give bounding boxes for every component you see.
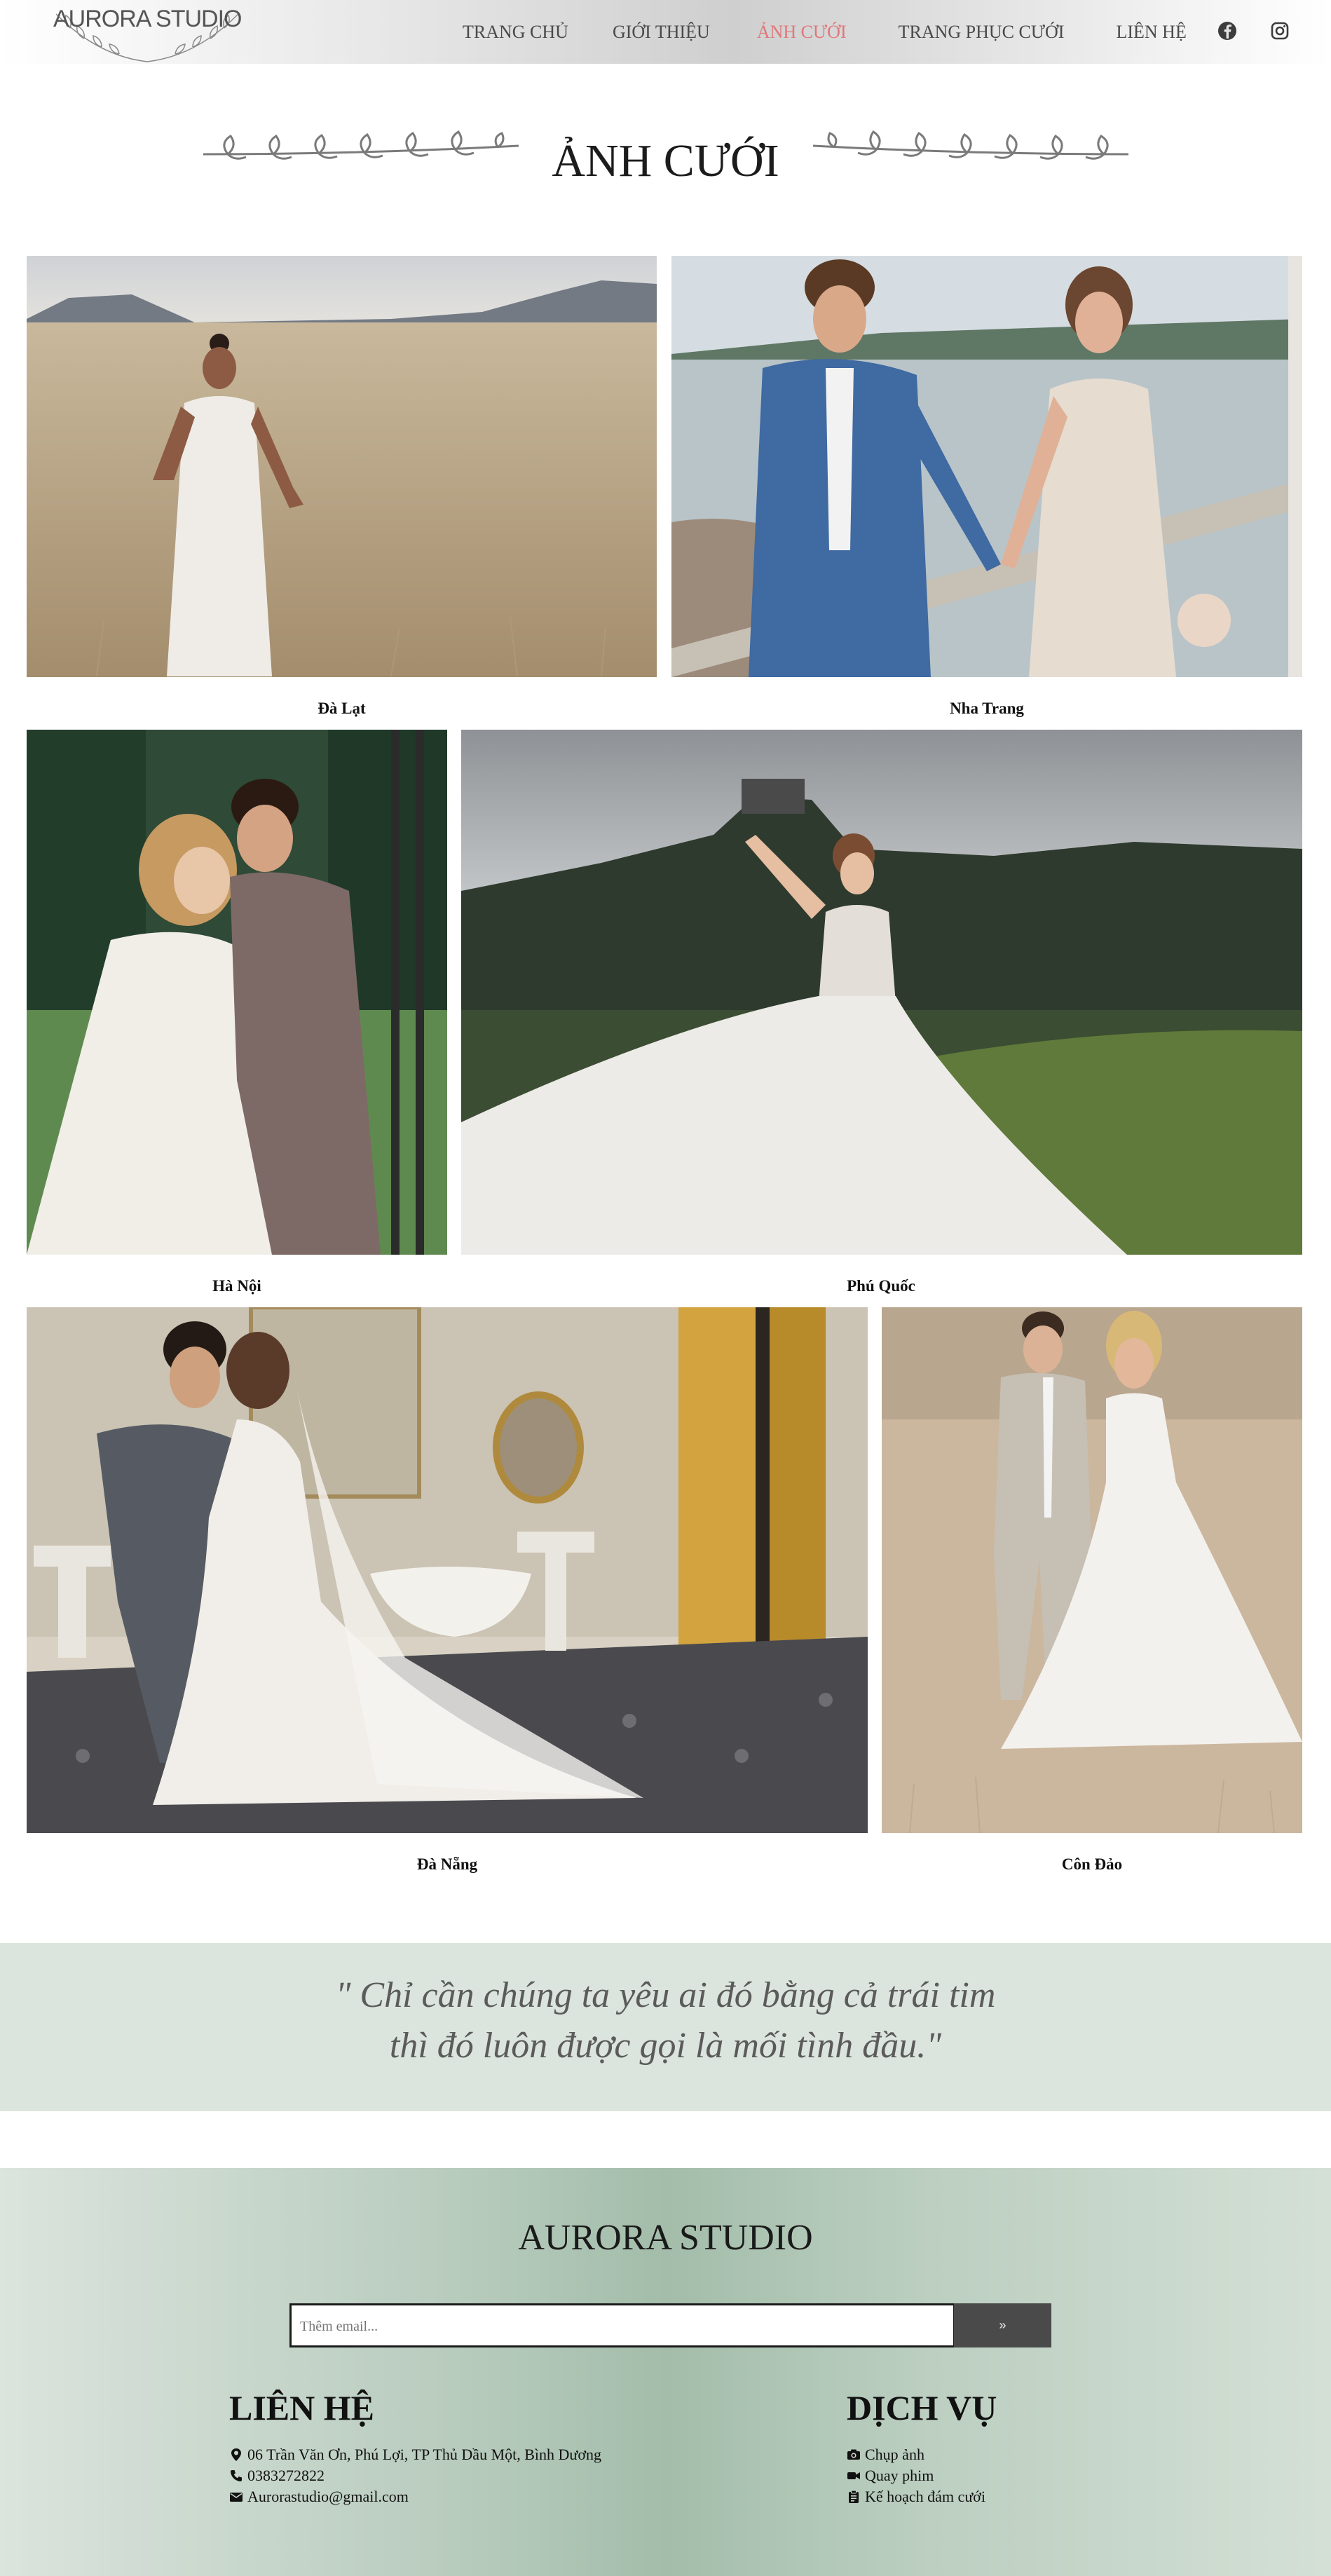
instagram-icon[interactable] bbox=[1269, 20, 1291, 42]
bride-castle-hill-image bbox=[461, 730, 1302, 1255]
nav-item-wedding-dresses[interactable]: TRANG PHỤC CƯỚI bbox=[899, 22, 1065, 43]
service-label: Chụp ảnh bbox=[865, 2446, 924, 2463]
nav-item-wedding-photos[interactable]: ẢNH CƯỚI bbox=[757, 22, 847, 43]
subscribe-button[interactable]: » bbox=[954, 2303, 1051, 2347]
newsletter-email-box bbox=[289, 2303, 955, 2347]
footer: AURORA STUDIO » LIÊN HỆ 06 Trần Văn Ơn, … bbox=[0, 2168, 1331, 2576]
logo-text: AURORA STUDIO bbox=[53, 6, 242, 32]
quote-line-1: " Chỉ cần chúng ta yêu ai đó bằng cả trá… bbox=[335, 1975, 996, 2015]
photo-caption: Côn Đảo bbox=[1061, 1855, 1123, 1873]
services-heading: DỊCH VỤ bbox=[847, 2388, 997, 2427]
contact-address-row: 06 Trần Văn Ơn, Phú Lợi, TP Thủ Dầu Một,… bbox=[229, 2446, 601, 2464]
quote-line-2: thì đó luôn được gọi là mối tình đầu." bbox=[389, 2026, 942, 2066]
clipboard-icon bbox=[849, 2490, 859, 2503]
service-item[interactable]: Kế hoạch đám cưới bbox=[847, 2488, 985, 2506]
envelope-icon bbox=[230, 2493, 243, 2502]
photo-ha-noi[interactable] bbox=[27, 730, 447, 1255]
photo-da-nang[interactable] bbox=[27, 1307, 868, 1833]
nav-item-about[interactable]: GIỚI THIỆU bbox=[613, 22, 710, 43]
facebook-icon[interactable] bbox=[1216, 20, 1238, 42]
service-item[interactable]: Chụp ảnh bbox=[847, 2446, 924, 2464]
quote-banner: " Chỉ cần chúng ta yêu ai đó bằng cả trá… bbox=[0, 1943, 1331, 2111]
contact-email[interactable]: Aurorastudio@gmail.com bbox=[247, 2488, 409, 2506]
email-input[interactable] bbox=[300, 2314, 931, 2339]
nav-item-home[interactable]: TRANG CHỦ bbox=[463, 22, 568, 43]
contact-address: 06 Trần Văn Ơn, Phú Lợi, TP Thủ Dầu Một,… bbox=[247, 2446, 601, 2463]
camera-icon bbox=[847, 2449, 860, 2460]
couple-harbor-image bbox=[671, 256, 1302, 677]
video-camera-icon bbox=[847, 2472, 860, 2479]
couple-garden-image bbox=[27, 730, 447, 1255]
photo-caption: Đà Lạt bbox=[318, 700, 366, 717]
photo-da-lat[interactable] bbox=[27, 256, 657, 677]
photo-nha-trang[interactable] bbox=[671, 256, 1302, 677]
photo-phu-quoc[interactable] bbox=[461, 730, 1302, 1255]
contact-phone[interactable]: 0383272822 bbox=[247, 2467, 325, 2485]
service-label: Quay phim bbox=[865, 2467, 934, 2484]
photo-con-dao[interactable] bbox=[882, 1307, 1302, 1833]
contact-phone-row: 0383272822 bbox=[229, 2467, 325, 2485]
service-label: Kế hoạch đám cưới bbox=[865, 2488, 985, 2505]
photo-caption: Phú Quốc bbox=[847, 1277, 915, 1295]
leaf-branch-right-icon bbox=[812, 130, 1129, 160]
couple-meadow-image bbox=[882, 1307, 1302, 1833]
photo-caption: Hà Nội bbox=[212, 1277, 261, 1295]
contact-email-row: Aurorastudio@gmail.com bbox=[229, 2488, 409, 2506]
phone-icon bbox=[231, 2470, 242, 2481]
contact-heading: LIÊN HỆ bbox=[229, 2388, 375, 2427]
top-navbar: AURORA STUDIO TRANG CHỦ GIỚI THIỆU ẢNH C… bbox=[0, 0, 1331, 64]
map-marker-icon bbox=[231, 2448, 241, 2461]
service-item[interactable]: Quay phim bbox=[847, 2467, 934, 2485]
photo-caption: Đà Nẵng bbox=[416, 1855, 478, 1873]
logo[interactable]: AURORA STUDIO bbox=[42, 0, 252, 64]
couple-bathroom-image bbox=[27, 1307, 868, 1833]
photo-caption: Nha Trang bbox=[950, 700, 1024, 717]
section-header: ẢNH CƯỚI bbox=[0, 119, 1331, 196]
bride-field-image bbox=[27, 256, 657, 677]
footer-title: AURORA STUDIO bbox=[518, 2218, 813, 2258]
nav-menu: TRANG CHỦ GIỚI THIỆU ẢNH CƯỚI TRANG PHỤC… bbox=[421, 0, 1187, 64]
nav-item-contact[interactable]: LIÊN HỆ bbox=[1116, 22, 1186, 43]
